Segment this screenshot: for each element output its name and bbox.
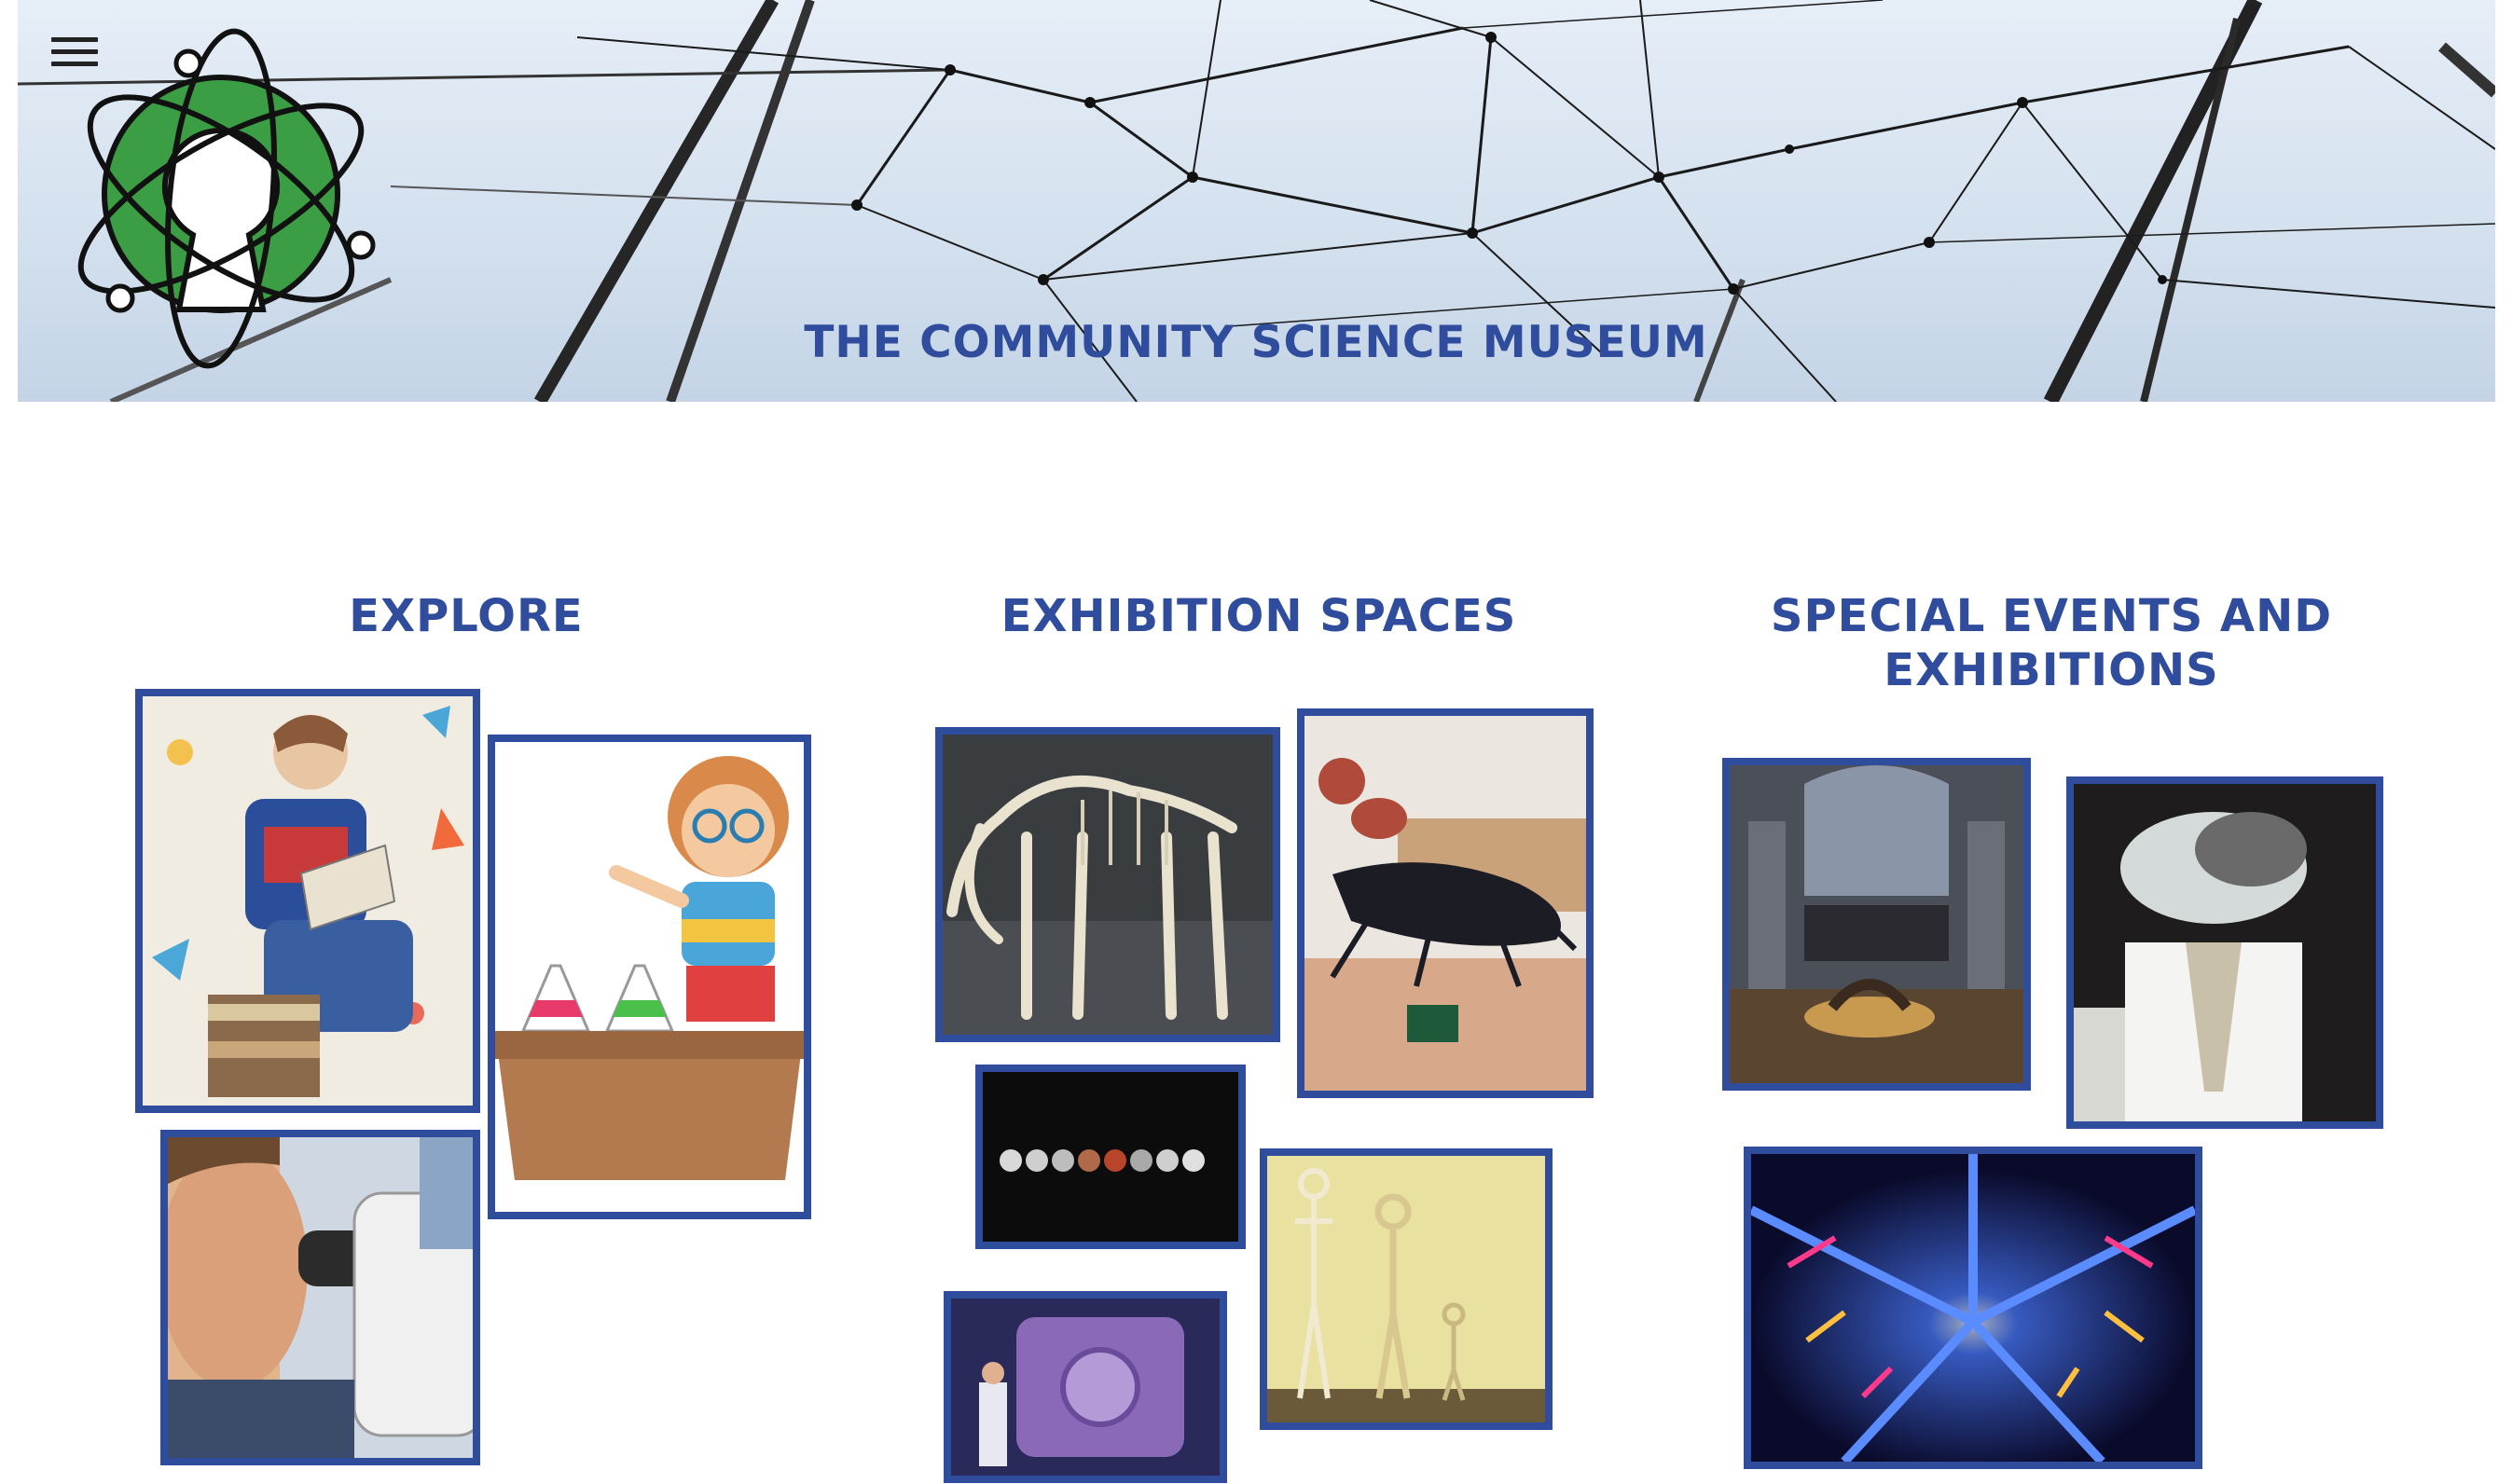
event-geodesic-lights-image[interactable] bbox=[1744, 1147, 2202, 1469]
section-title-explore[interactable]: EXPLORE bbox=[140, 589, 793, 643]
explore-microscope-image[interactable] bbox=[160, 1130, 480, 1465]
section-title-exhibition-spaces[interactable]: EXHIBITION SPACES bbox=[932, 589, 1585, 643]
explore-cartoon-chemist-image[interactable] bbox=[488, 735, 811, 1219]
section-title-special-events[interactable]: SPECIAL EVENTS AND EXHIBITIONS bbox=[1734, 589, 2368, 697]
exhibit-mammoth-skeleton-image[interactable] bbox=[935, 727, 1280, 1042]
event-smoke-experiment-image[interactable] bbox=[2066, 776, 2383, 1129]
exhibit-giant-ant-image[interactable] bbox=[1297, 708, 1594, 1098]
page-title: THE COMMUNITY SCIENCE MUSEUM bbox=[804, 317, 1708, 368]
explore-reading-child-image[interactable] bbox=[135, 689, 480, 1113]
exhibit-hominid-skeletons-image[interactable] bbox=[1260, 1148, 1553, 1430]
exhibit-lunar-eclipse-image[interactable] bbox=[975, 1065, 1246, 1249]
event-rotunda-hall-image[interactable] bbox=[1722, 758, 2031, 1091]
exhibit-lab-chamber-image[interactable] bbox=[944, 1291, 1227, 1483]
